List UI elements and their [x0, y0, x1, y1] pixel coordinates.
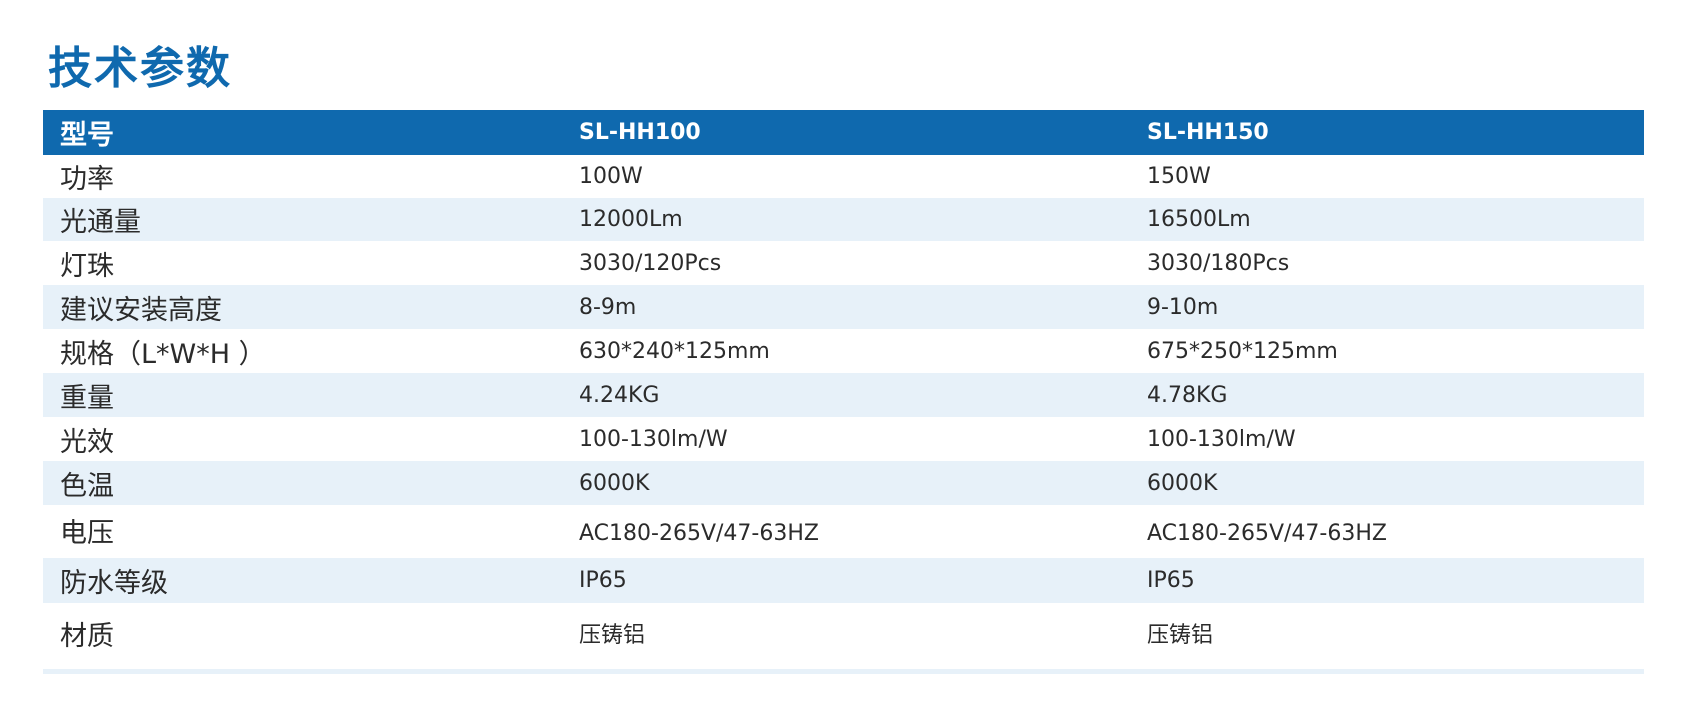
table-bottom-rule — [43, 669, 1644, 674]
table-row: 规格（L*W*H ） 630*240*125mm 675*250*125mm — [43, 329, 1644, 373]
row-label: 建议安装高度 — [60, 294, 222, 326]
header-cell-label: 型号 — [60, 120, 114, 151]
table-header-row: 型号 SL-HH100 SL-HH150 — [43, 110, 1644, 155]
row-label: 灯珠 — [60, 250, 114, 282]
row-label: 电压 — [60, 518, 114, 549]
row-value-1: 100W — [579, 164, 643, 189]
row-label: 重量 — [60, 382, 114, 414]
header-cell-model-1: SL-HH100 — [579, 120, 701, 145]
row-value-1: 4.24KG — [579, 382, 660, 408]
row-value-2: IP65 — [1147, 568, 1195, 593]
table-row: 光通量 12000Lm 16500Lm — [43, 198, 1644, 241]
row-value-2: 675*250*125mm — [1147, 338, 1338, 364]
table-row: 光效 100-130lm/W 100-130lm/W — [43, 417, 1644, 461]
row-label: 光通量 — [60, 207, 141, 238]
row-value-2: 6000K — [1147, 470, 1218, 496]
row-value-1: IP65 — [579, 568, 627, 593]
row-value-2: 9-10m — [1147, 294, 1219, 320]
row-value-2: 3030/180Pcs — [1147, 250, 1290, 276]
table-row: 电压 AC180-265V/47-63HZ AC180-265V/47-63HZ — [43, 505, 1644, 558]
row-value-1: 6000K — [579, 470, 650, 496]
row-value-2: 16500Lm — [1147, 207, 1251, 232]
table-row: 重量 4.24KG 4.78KG — [43, 373, 1644, 417]
row-value-2: AC180-265V/47-63HZ — [1147, 521, 1387, 546]
row-label: 材质 — [60, 620, 114, 652]
row-value-2: 100-130lm/W — [1147, 426, 1296, 452]
table-row: 材质 压铸铝 压铸铝 — [43, 603, 1644, 663]
row-value-1: AC180-265V/47-63HZ — [579, 521, 819, 546]
row-value-1: 12000Lm — [579, 207, 683, 232]
row-value-2: 4.78KG — [1147, 382, 1228, 408]
table-row: 防水等级 IP65 IP65 — [43, 558, 1644, 603]
spec-table: 型号 SL-HH100 SL-HH150 功率 100W 150W 光通量 12… — [43, 110, 1644, 663]
page-title: 技术参数 — [48, 43, 232, 94]
row-value-1: 压铸铝 — [579, 623, 646, 648]
row-value-2: 压铸铝 — [1147, 623, 1214, 648]
row-value-1: 3030/120Pcs — [579, 250, 722, 276]
row-label: 规格（L*W*H ） — [60, 338, 266, 370]
row-value-1: 8-9m — [579, 294, 637, 320]
table-row: 色温 6000K 6000K — [43, 461, 1644, 505]
table-row: 建议安装高度 8-9m 9-10m — [43, 285, 1644, 329]
row-label: 防水等级 — [60, 568, 168, 599]
row-value-2: 150W — [1147, 164, 1211, 189]
table-row: 灯珠 3030/120Pcs 3030/180Pcs — [43, 241, 1644, 285]
row-value-1: 100-130lm/W — [579, 426, 728, 452]
row-value-1: 630*240*125mm — [579, 338, 770, 364]
row-label: 色温 — [60, 470, 114, 502]
table-row: 功率 100W 150W — [43, 155, 1644, 198]
row-label: 光效 — [60, 426, 114, 458]
row-label: 功率 — [60, 164, 114, 195]
header-cell-model-2: SL-HH150 — [1147, 120, 1269, 145]
